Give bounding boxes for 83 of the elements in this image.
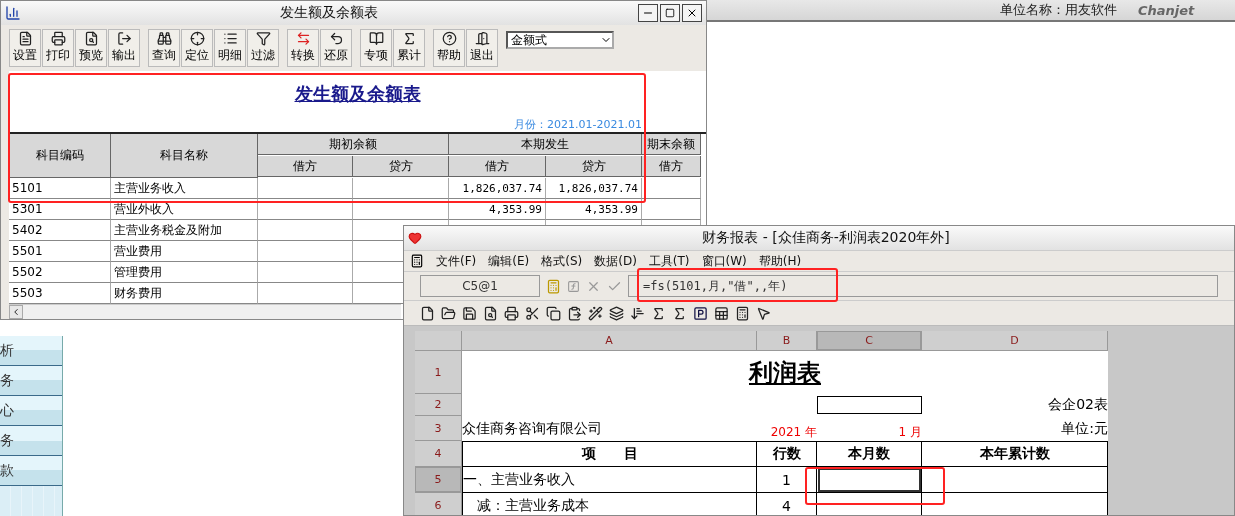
column-header: 贷方 xyxy=(546,156,642,177)
column-header: 借方 xyxy=(258,156,353,177)
period-label: 月份：2021.01-2021.01 xyxy=(514,118,642,131)
window-title: 发生额及余额表 xyxy=(278,4,379,22)
toolbar-button[interactable]: 转换 xyxy=(287,29,319,67)
column-header[interactable]: B xyxy=(757,331,817,351)
form-number: 会企02表 xyxy=(1048,396,1108,414)
cell-reference-field[interactable]: C5@1 xyxy=(420,275,540,297)
column-header: 期初余额 xyxy=(258,134,449,155)
toolbar-button[interactable]: 打印 xyxy=(42,29,74,67)
toolbar-button[interactable]: 设置 xyxy=(9,29,41,67)
column-header[interactable]: C xyxy=(817,331,922,351)
table-cell: 4 xyxy=(757,493,817,515)
table-cell: 1,826,037.74 xyxy=(546,178,642,199)
table-header: 项 目 xyxy=(462,441,757,467)
row-header[interactable]: 1 xyxy=(415,351,462,394)
formula-field[interactable]: =fs(5101,月,"借",,年) xyxy=(628,275,1218,297)
menu-item[interactable]: 文件(F) xyxy=(436,252,477,270)
table-cell: 营业外收入 xyxy=(111,199,258,220)
row-header[interactable]: 5 xyxy=(415,467,462,493)
toolbar-button[interactable]: 还原 xyxy=(320,29,352,67)
table-cell: 4,353.99 xyxy=(449,199,546,220)
column-header[interactable]: A xyxy=(462,331,757,351)
table-cell: 5301 xyxy=(9,199,111,220)
column-header: 贷方 xyxy=(353,156,449,177)
toolbar-button[interactable]: 帮助 xyxy=(433,29,465,67)
menu-item[interactable]: 数据(D) xyxy=(594,252,637,270)
table-header: 本月数 xyxy=(817,441,922,467)
table-cell: 5101 xyxy=(9,178,111,199)
sidebar-item[interactable]: 务 xyxy=(0,366,62,396)
toolbar-button[interactable]: 过滤 xyxy=(247,29,279,67)
menu-item[interactable]: 帮助(H) xyxy=(758,252,802,270)
row-header[interactable]: 4 xyxy=(415,441,462,467)
menu-item[interactable]: 编辑(E) xyxy=(488,252,530,270)
column-header: 借方 xyxy=(449,156,546,177)
table-cell: 管理费用 xyxy=(111,262,258,283)
window-title: 财务报表 - [众佳商务-利润表2020年外] xyxy=(701,229,951,247)
table-cell: 一、主营业务收入 xyxy=(462,467,757,493)
report-title: 发生额及余额表 xyxy=(294,82,421,106)
format-dropdown[interactable]: 金额式 xyxy=(506,31,614,49)
column-header: 本期发生 xyxy=(449,134,642,155)
menu-item[interactable]: 工具(T) xyxy=(648,252,690,270)
table-header: 本年累计数 xyxy=(922,441,1108,467)
table-cell: 5502 xyxy=(9,262,111,283)
logo-text: Chanjet xyxy=(1138,3,1195,18)
sidebar-item[interactable]: 务 xyxy=(0,426,62,456)
table-cell: 减：主营业务成本 xyxy=(462,493,757,515)
table-cell: 主营业务收入 xyxy=(111,178,258,199)
menu-item[interactable]: 窗口(W) xyxy=(701,252,747,270)
column-header[interactable]: D xyxy=(922,331,1108,351)
unit-label: 单位:元 xyxy=(1061,419,1108,438)
sheet-title: 利润表 xyxy=(749,357,821,389)
toolbar-button[interactable]: 定位 xyxy=(181,29,213,67)
table-cell: 1 xyxy=(757,467,817,493)
table-header: 行数 xyxy=(757,441,817,467)
toolbar-button[interactable]: 退出 xyxy=(466,29,498,67)
toolbar-button[interactable]: 累计 xyxy=(393,29,425,67)
toolbar-button[interactable]: 输出 xyxy=(108,29,140,67)
sidebar-item[interactable]: 款 xyxy=(0,456,62,486)
row-header[interactable]: 2 xyxy=(415,394,462,416)
year-label: 2021 年 xyxy=(770,424,817,441)
table-cell: 营业费用 xyxy=(111,241,258,262)
column-header: 科目名称 xyxy=(111,134,258,178)
toolbar-button[interactable]: 明细 xyxy=(214,29,246,67)
company-name: 众佳商务咨询有限公司 xyxy=(462,419,602,438)
table-cell: 主营业务税金及附加 xyxy=(111,220,258,241)
table-cell: 1,826,037.74 xyxy=(449,178,546,199)
column-header: 借方 xyxy=(642,156,701,177)
sidebar-item[interactable]: 析 xyxy=(0,336,62,366)
column-header: 期末余额 xyxy=(642,134,701,155)
toolbar-button[interactable]: 专项 xyxy=(360,29,392,67)
column-header: 科目编码 xyxy=(9,134,111,178)
table-cell: 5402 xyxy=(9,220,111,241)
table-cell: 4,353.99 xyxy=(546,199,642,220)
row-header[interactable]: 6 xyxy=(415,493,462,515)
toolbar-button[interactable]: 查询 xyxy=(148,29,180,67)
sidebar-item[interactable]: 心 xyxy=(0,396,62,426)
menu-item[interactable]: 格式(S) xyxy=(541,252,583,270)
company-label: 单位名称：用友软件 xyxy=(1000,1,1117,19)
toolbar-button[interactable]: 预览 xyxy=(75,29,107,67)
row-header[interactable]: 3 xyxy=(415,416,462,441)
month-label: 1 月 xyxy=(898,424,922,441)
table-cell: 5501 xyxy=(9,241,111,262)
